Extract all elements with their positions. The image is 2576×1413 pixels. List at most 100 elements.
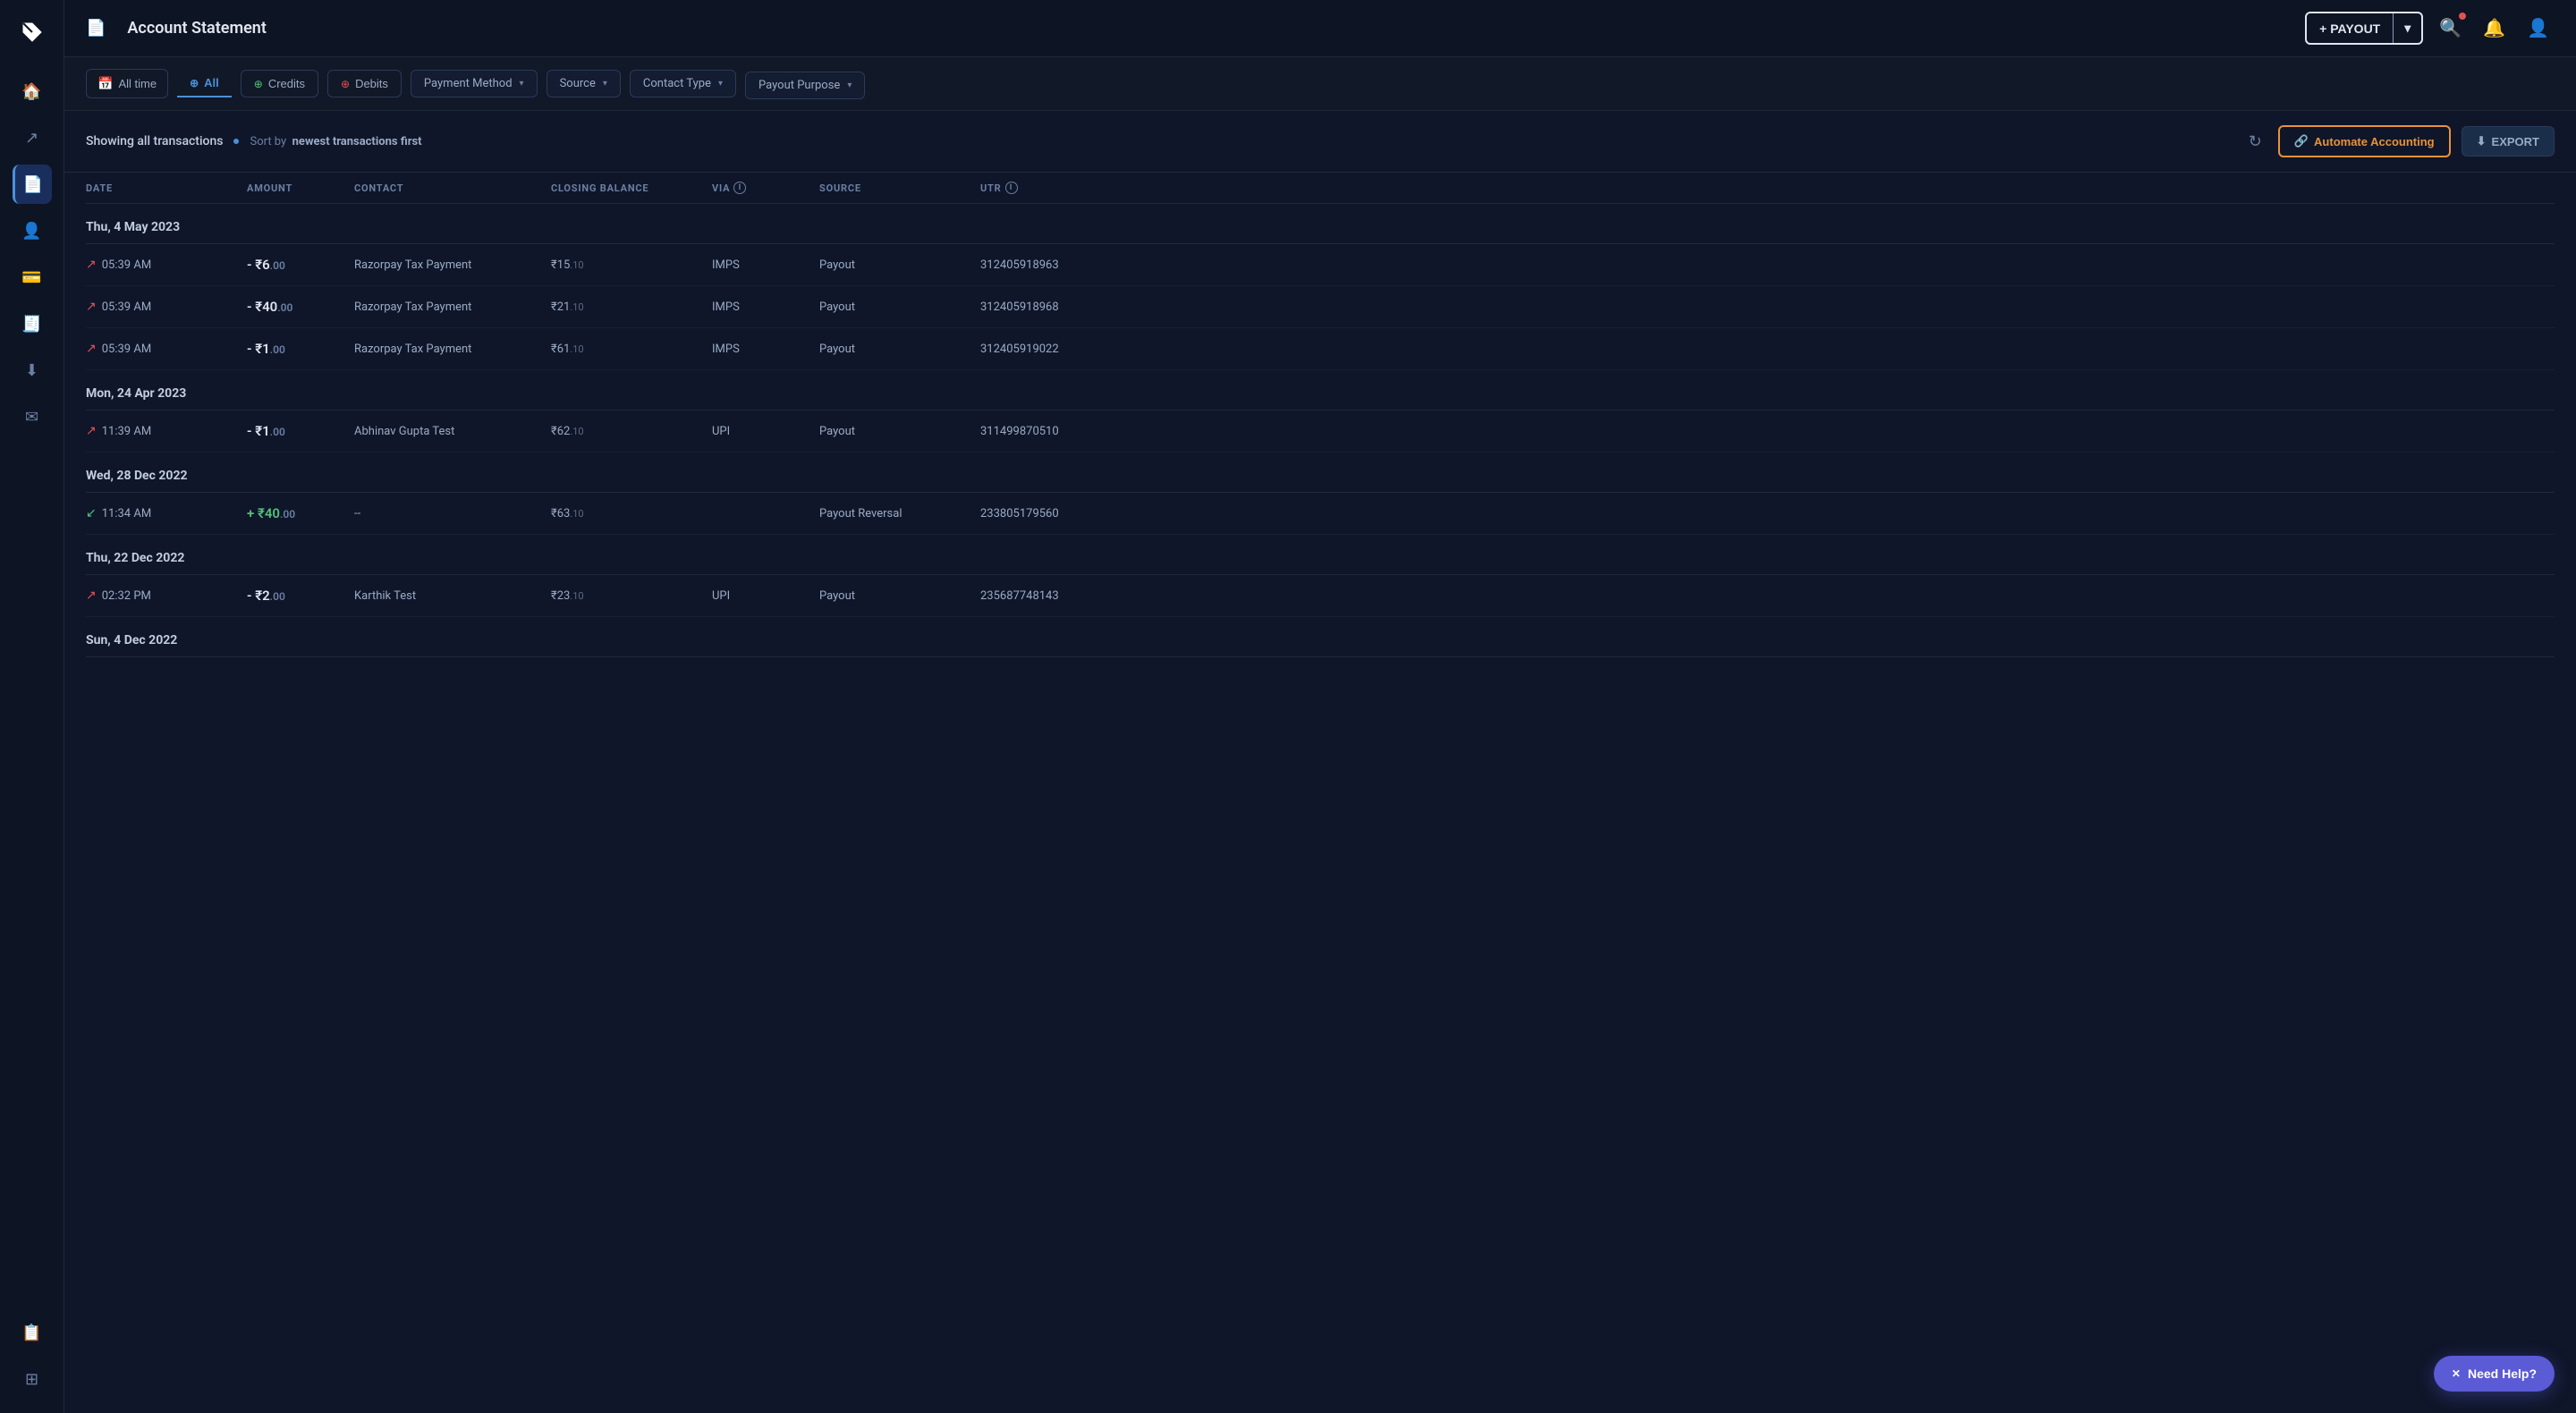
payment-method-dropdown[interactable]: Payment Method ▾ [411,70,538,97]
txn-contact: Razorpay Tax Payment [354,300,551,314]
sidebar-item-document[interactable]: 📄 [13,165,52,204]
automate-label: Automate Accounting [2314,135,2435,148]
sort-label: Sort by newest transactions first [250,135,421,148]
chevron-down-icon: ▾ [520,79,524,89]
credit-icon: ↙ [86,506,97,520]
txn-time: ↗ 11:39 AM [86,424,247,438]
debits-filter-button[interactable]: ⊕ Debits [327,70,402,97]
txn-utr: 311499870510 [980,425,1159,438]
credits-icon: ⊕ [254,78,263,90]
sidebar-item-card[interactable]: 💳 [13,258,52,297]
txn-balance: ₹63.10 [551,507,712,520]
payout-dropdown-button[interactable]: ▾ [2394,13,2421,43]
date-group-4: Thu, 22 Dec 2022 ↗ 02:32 PM - ₹2.00 Kart… [86,535,2555,617]
col-via: VIA i [712,182,819,194]
txn-utr: 235687748143 [980,589,1159,603]
payout-purpose-dropdown[interactable]: Payout Purpose ▾ [745,72,865,99]
txn-source: Payout [819,425,980,438]
sidebar-item-grid[interactable]: ⊞ [13,1359,52,1399]
txn-contact: Razorpay Tax Payment [354,258,551,272]
automate-accounting-button[interactable]: 🔗 Automate Accounting [2278,125,2451,157]
utr-info-icon[interactable]: i [1005,182,1018,194]
table-row[interactable]: ↗ 02:32 PM - ₹2.00 Karthik Test ₹23.10 U… [86,575,2555,617]
txn-time: ↗ 05:39 AM [86,258,247,272]
debit-icon: ↗ [86,300,97,314]
table-row[interactable]: ↗ 05:39 AM - ₹1.00 Razorpay Tax Payment … [86,328,2555,370]
transaction-table: DATE AMOUNT CONTACT CLOSING BALANCE VIA … [64,173,2576,657]
export-button[interactable]: ⬇ EXPORT [2462,126,2555,157]
txn-time: ↗ 05:39 AM [86,342,247,356]
transaction-header-right: ↻ 🔗 Automate Accounting ⬇ EXPORT [2243,125,2555,157]
txn-source: Payout [819,589,980,603]
need-help-button[interactable]: ✕ Need Help? [2434,1356,2555,1392]
logo[interactable] [14,14,50,50]
txn-utr: 312405919022 [980,343,1159,356]
notification-button[interactable]: 🔔 [2478,12,2511,45]
txn-time: ↙ 11:34 AM [86,506,247,520]
txn-amount: - ₹6.00 [247,257,354,273]
date-filter-button[interactable]: 📅 All time [86,69,168,98]
calendar-icon: 📅 [97,76,113,91]
page-title: Account Statement [127,19,266,38]
table-row[interactable]: ↗ 05:39 AM - ₹6.00 Razorpay Tax Payment … [86,244,2555,286]
all-filter-label: All [204,76,219,89]
close-icon: ✕ [2452,1367,2461,1380]
payout-main-button[interactable]: + PAYOUT [2307,13,2394,43]
source-dropdown[interactable]: Source ▾ [547,70,621,97]
column-headers: DATE AMOUNT CONTACT CLOSING BALANCE VIA … [86,173,2555,204]
export-icon: ⬇ [2477,134,2487,148]
table-row[interactable]: ↙ 11:34 AM + ₹40.00 -- ₹63.10 Payout Rev… [86,493,2555,535]
col-amount: AMOUNT [247,182,354,194]
topbar-actions: + PAYOUT ▾ 🔍 🔔 👤 [2305,12,2555,45]
txn-amount: - ₹40.00 [247,299,354,315]
all-filter-button[interactable]: ⊕ All [177,70,232,97]
date-group-1: Thu, 4 May 2023 ↗ 05:39 AM - ₹6.00 Razor… [86,204,2555,370]
table-row[interactable]: ↗ 05:39 AM - ₹40.00 Razorpay Tax Payment… [86,286,2555,328]
showing-label: Showing all transactions [86,134,223,148]
via-info-icon[interactable]: i [733,182,746,194]
sidebar-item-download[interactable]: ⬇ [13,351,52,390]
user-button[interactable]: 👤 [2521,12,2555,45]
search-button[interactable]: 🔍 [2434,12,2467,45]
export-label: EXPORT [2492,135,2539,148]
contact-type-label: Contact Type [643,77,711,90]
txn-via: UPI [712,589,819,603]
dot-separator [233,139,239,144]
credits-filter-button[interactable]: ⊕ Credits [241,70,318,97]
payout-button-wrapper[interactable]: + PAYOUT ▾ [2305,12,2423,45]
sidebar-item-person[interactable]: 👤 [13,211,52,250]
txn-time: ↗ 05:39 AM [86,300,247,314]
sort-value: newest transactions first [292,135,422,148]
txn-balance: ₹15.10 [551,258,712,272]
txn-source: Payout [819,343,980,356]
transaction-header: Showing all transactions Sort by newest … [64,111,2576,173]
date-header-5: Sun, 4 Dec 2022 [86,617,2555,657]
txn-amount: - ₹1.00 [247,423,354,439]
contact-type-dropdown[interactable]: Contact Type ▾ [630,70,736,97]
sidebar-item-send[interactable]: ✉ [13,397,52,436]
txn-via: IMPS [712,300,819,314]
table-row[interactable]: ↗ 11:39 AM - ₹1.00 Abhinav Gupta Test ₹6… [86,410,2555,453]
txn-via: IMPS [712,343,819,356]
txn-utr: 233805179560 [980,507,1159,520]
sidebar-item-arrow[interactable]: ↗ [13,118,52,157]
date-header-4: Thu, 22 Dec 2022 [86,535,2555,575]
txn-source: Payout Reversal [819,507,980,520]
txn-contact: -- [354,507,551,520]
txn-balance: ₹61.10 [551,343,712,356]
sidebar: 🏠 ↗ 📄 👤 💳 🧾 ⬇ ✉ 📋 ⊞ [0,0,64,1413]
txn-contact: Abhinav Gupta Test [354,425,551,438]
refresh-button[interactable]: ↻ [2243,127,2267,157]
txn-balance: ₹62.10 [551,425,712,438]
col-utr: UTR i [980,182,1159,194]
payment-method-label: Payment Method [424,77,513,90]
main-content: 📄 Account Statement + PAYOUT ▾ 🔍 🔔 👤 📅 A… [64,0,2576,1413]
txn-amount: + ₹40.00 [247,505,354,521]
sidebar-item-receipt[interactable]: 🧾 [13,304,52,343]
col-closing-balance: CLOSING BALANCE [551,182,712,194]
sidebar-item-home[interactable]: 🏠 [13,72,52,111]
txn-source: Payout [819,258,980,272]
sidebar-item-clipboard[interactable]: 📋 [13,1313,52,1352]
txn-time: ↗ 02:32 PM [86,588,247,603]
link-icon: 🔗 [2294,134,2309,148]
